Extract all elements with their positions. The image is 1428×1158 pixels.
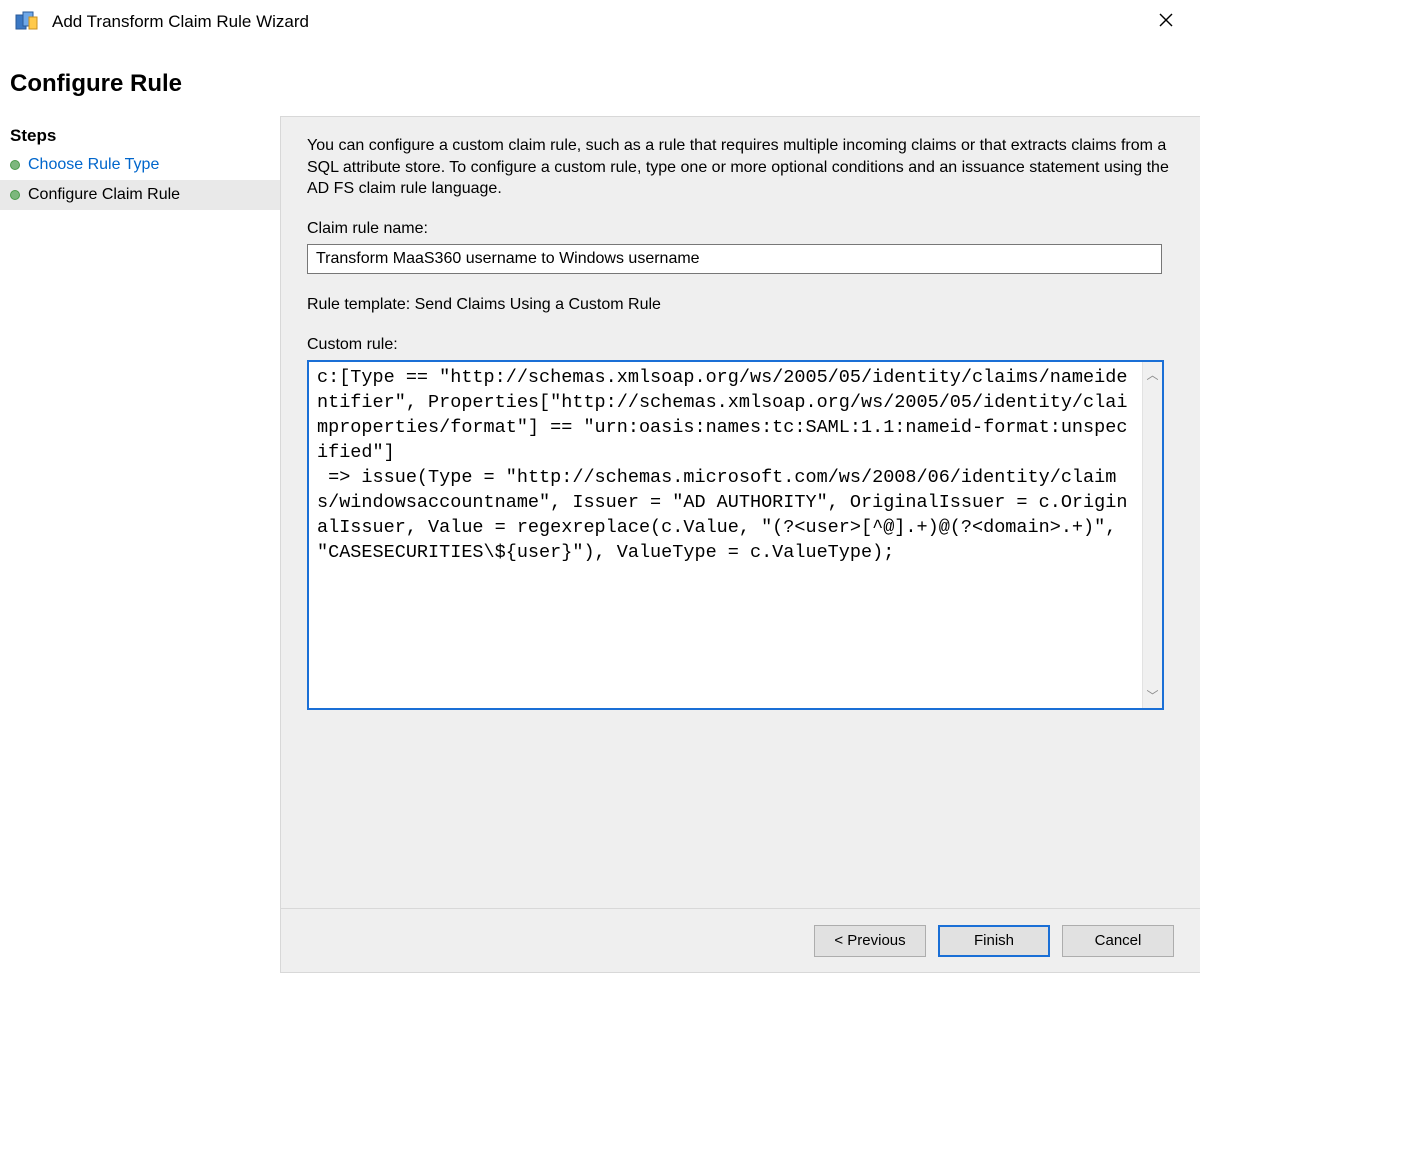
titlebar: Add Transform Claim Rule Wizard [0, 0, 1200, 46]
custom-rule-label: Custom rule: [307, 336, 1174, 354]
step-choose-rule-type[interactable]: Choose Rule Type [0, 150, 280, 180]
steps-heading: Steps [0, 124, 280, 150]
scrollbar[interactable]: ︿ ﹀ [1142, 362, 1162, 708]
finish-button[interactable]: Finish [938, 925, 1050, 957]
claim-rule-name-input[interactable] [307, 244, 1162, 274]
previous-button[interactable]: < Previous [814, 925, 926, 957]
step-bullet-icon [10, 190, 20, 200]
page-title: Configure Rule [10, 70, 1190, 98]
header: Configure Rule [0, 46, 1200, 116]
step-bullet-icon [10, 160, 20, 170]
steps-sidebar: Steps Choose Rule Type Configure Claim R… [0, 116, 280, 909]
scroll-up-icon[interactable]: ︿ [1146, 366, 1158, 383]
window-title: Add Transform Claim Rule Wizard [52, 12, 309, 32]
step-label: Choose Rule Type [28, 156, 159, 174]
button-bar: < Previous Finish Cancel [280, 909, 1200, 973]
cancel-button[interactable]: Cancel [1062, 925, 1174, 957]
close-button[interactable] [1146, 4, 1186, 36]
custom-rule-wrap: ︿ ﹀ [307, 360, 1164, 710]
rule-template-label: Rule template: Send Claims Using a Custo… [307, 296, 1174, 314]
step-label: Configure Claim Rule [28, 186, 180, 204]
step-configure-claim-rule[interactable]: Configure Claim Rule [0, 180, 280, 210]
description-text: You can configure a custom claim rule, s… [307, 135, 1174, 200]
main-panel: You can configure a custom claim rule, s… [280, 116, 1200, 909]
app-icon [14, 10, 42, 34]
claim-rule-name-label: Claim rule name: [307, 220, 1174, 238]
scroll-down-icon[interactable]: ﹀ [1146, 687, 1158, 704]
custom-rule-textarea[interactable] [309, 362, 1142, 708]
wizard-window: Add Transform Claim Rule Wizard Configur… [0, 0, 1200, 985]
